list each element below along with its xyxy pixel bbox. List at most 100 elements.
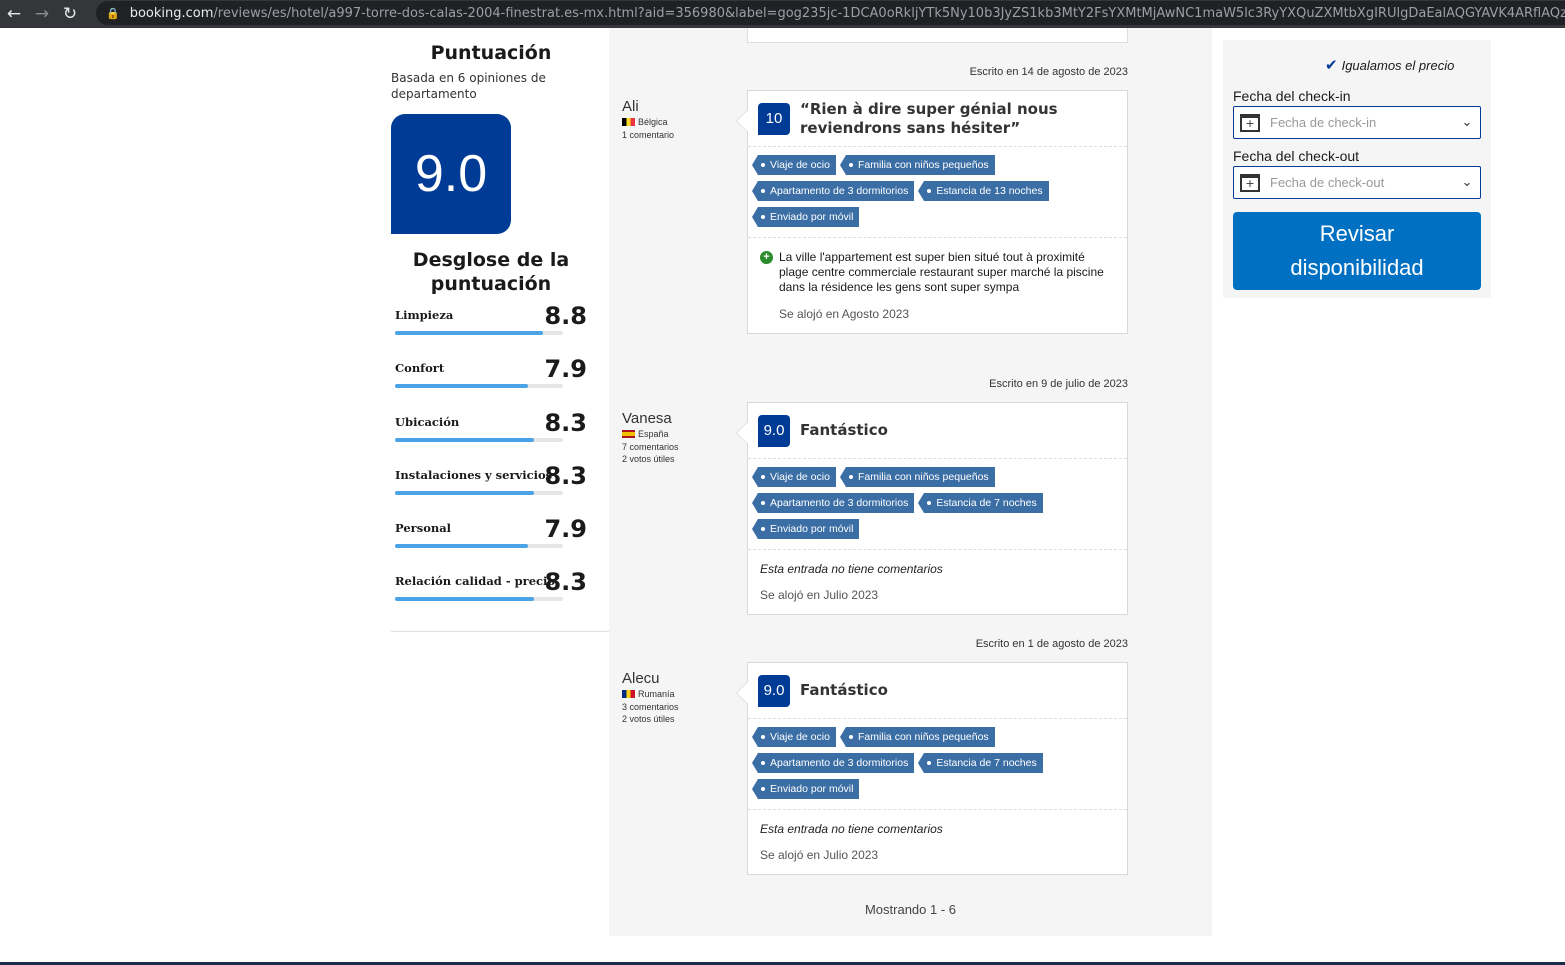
checkin-label: Fecha del check-in	[1233, 88, 1351, 104]
review-tag: Apartamento de 3 dormitorios	[751, 181, 915, 201]
tag-row: Enviado por móvil	[751, 207, 1117, 227]
reviewer-country: Bélgica	[622, 117, 732, 127]
review-date: Escrito en 1 de agosto de 2023	[975, 638, 1128, 650]
stay-date: Se alojó en Julio 2023	[760, 848, 879, 862]
review-tag: Enviado por móvil	[751, 519, 860, 539]
review-card: 10 “Rien à dire super génial nous reviend…	[736, 90, 1128, 334]
review-tag: Viaje de ocio	[752, 727, 836, 747]
review-header: 9.0 Fantástico	[748, 663, 1127, 719]
checkin-field[interactable]: + Fecha de check-in ⌄	[1233, 106, 1481, 139]
reviewer-info: Alecu Rumanía 3 comentarios 2 votos útiles	[622, 670, 732, 725]
url-host: booking.com	[129, 5, 214, 21]
reviewer-info: Vanesa España 7 comentarios 2 votos útiles	[622, 410, 732, 465]
calendar-icon: +	[1240, 173, 1260, 192]
forward-icon[interactable]: →	[28, 0, 56, 28]
chevron-down-icon: ⌄	[1461, 175, 1473, 190]
category-bar	[395, 331, 563, 335]
review-tag: Familia con niños pequeños	[839, 467, 995, 487]
review-tag: Viaje de ocio	[752, 155, 836, 175]
review-tag: Viaje de ocio	[752, 467, 836, 487]
score-category: Personal 7.9	[395, 515, 591, 569]
category-score: 7.9	[544, 355, 587, 383]
score-category: Relación calidad - precio 8.3	[395, 568, 591, 622]
review-date: Escrito en 9 de julio de 2023	[989, 378, 1128, 390]
category-score: 8.3	[544, 409, 587, 437]
price-match-label: Igualamos el precio	[1341, 57, 1455, 73]
tag-row: Enviado por móvil	[751, 779, 1117, 799]
score-subtitle: Basada en 6 opiniones de departamento	[391, 71, 546, 101]
reviewer-meta-line: 2 votos útiles	[622, 714, 675, 724]
category-label: Confort	[395, 361, 445, 375]
reviewer-name[interactable]: Alecu	[622, 670, 732, 687]
score-category: Ubicación 8.3	[395, 409, 591, 463]
review-tags: Viaje de ocio Familia con niños pequeños A…	[748, 147, 1127, 238]
score-title: Puntuación	[430, 42, 552, 64]
category-bar-fill	[395, 331, 543, 335]
reviewer-info: Ali Bélgica 1 comentario	[622, 98, 732, 141]
category-bar-fill	[395, 384, 528, 388]
previous-review-card-edge	[747, 28, 1128, 43]
price-match[interactable]: ✔ Igualamos el precio	[1325, 56, 1454, 74]
check-availability-label: Revisar disponibilidad	[1290, 221, 1424, 280]
score-category: Limpieza 8.8	[395, 302, 591, 356]
calendar-icon: +	[1240, 113, 1260, 132]
review-card: 9.0 Fantástico Viaje de ocio Familia con ni…	[736, 402, 1128, 615]
lock-icon: 🔒	[106, 6, 120, 20]
back-icon[interactable]: ←	[0, 0, 28, 28]
tag-row: Apartamento de 3 dormitorios Estancia de …	[751, 181, 1117, 201]
reviewer-name[interactable]: Vanesa	[622, 410, 732, 427]
review-tags: Viaje de ocio Familia con niños pequeños A…	[748, 459, 1127, 550]
review-positive-text: La ville l'appartement est super bien si…	[779, 250, 1104, 294]
category-bar-fill	[395, 438, 535, 442]
reviewer-meta-line: 7 comentarios	[622, 442, 679, 452]
review-tag: Estancia de 7 noches	[918, 493, 1043, 513]
pagination-info: Mostrando 1 - 6	[864, 902, 957, 917]
country-name: España	[638, 429, 669, 439]
category-label: Instalaciones y servicios	[395, 468, 553, 482]
review-tags: Viaje de ocio Familia con niños pequeños A…	[748, 719, 1127, 810]
review-tag: Enviado por móvil	[751, 207, 860, 227]
reviewer-country: España	[622, 429, 732, 439]
reviews-list: Escrito en 14 de agosto de 2023 Ali Bélgic…	[609, 28, 1212, 936]
reviewer-name[interactable]: Ali	[622, 98, 732, 115]
category-bar	[395, 438, 563, 442]
address-bar[interactable]: 🔒 booking.com /reviews/es/hotel/a997-tor…	[96, 1, 1565, 25]
reload-icon[interactable]: ↻	[56, 0, 84, 28]
review-headline: “Rien à dire super génial nous reviendro…	[800, 99, 1058, 137]
category-bar-fill	[395, 597, 535, 601]
reviewer-meta: 1 comentario	[622, 129, 732, 141]
category-bar	[395, 491, 563, 495]
availability-box: ✔ Igualamos el precio Fecha del check-in…	[1223, 40, 1491, 298]
category-score: 8.3	[544, 568, 587, 596]
breakdown-title: Desglose de la puntuación	[412, 249, 570, 295]
reviewer-meta: 7 comentarios 2 votos útiles	[622, 441, 732, 465]
review-body: + La ville l'appartement est super bien s…	[748, 238, 1127, 333]
no-comment-text: Esta entrada no tiene comentarios	[760, 562, 943, 576]
url-path: /reviews/es/hotel/a997-torre-dos-calas-2…	[213, 5, 1565, 21]
flag-icon	[622, 690, 635, 698]
review-positive: + La ville l'appartement est super bien s…	[760, 250, 1115, 295]
category-bar	[395, 384, 563, 388]
review-body: Esta entrada no tiene comentarios Se aloj…	[748, 550, 1127, 614]
category-score: 8.3	[544, 462, 587, 490]
tag-row: Apartamento de 3 dormitorios Estancia de …	[751, 753, 1117, 773]
category-label: Ubicación	[395, 415, 460, 429]
check-availability-button[interactable]: Revisar disponibilidad	[1233, 212, 1481, 290]
reviewer-meta: 3 comentarios 2 votos útiles	[622, 701, 732, 725]
tag-row: Apartamento de 3 dormitorios Estancia de …	[751, 493, 1117, 513]
review-card: 9.0 Fantástico Viaje de ocio Familia con ni…	[736, 662, 1128, 875]
reviewer-country: Rumanía	[622, 689, 732, 699]
plus-icon: +	[760, 251, 773, 264]
category-score: 7.9	[544, 515, 587, 543]
review-date: Escrito en 14 de agosto de 2023	[969, 66, 1128, 78]
category-bar-fill	[395, 544, 528, 548]
category-label: Relación calidad - precio	[395, 574, 556, 588]
tag-row: Enviado por móvil	[751, 519, 1117, 539]
tag-row: Viaje de ocio Familia con niños pequeños	[752, 727, 1117, 747]
tag-row: Viaje de ocio Familia con niños pequeños	[752, 155, 1117, 175]
category-bar	[395, 544, 563, 548]
checkout-field[interactable]: + Fecha de check-out ⌄	[1233, 166, 1481, 199]
tag-row: Viaje de ocio Familia con niños pequeños	[752, 467, 1117, 487]
review-tag: Apartamento de 3 dormitorios	[751, 493, 915, 513]
category-label: Personal	[395, 521, 452, 535]
